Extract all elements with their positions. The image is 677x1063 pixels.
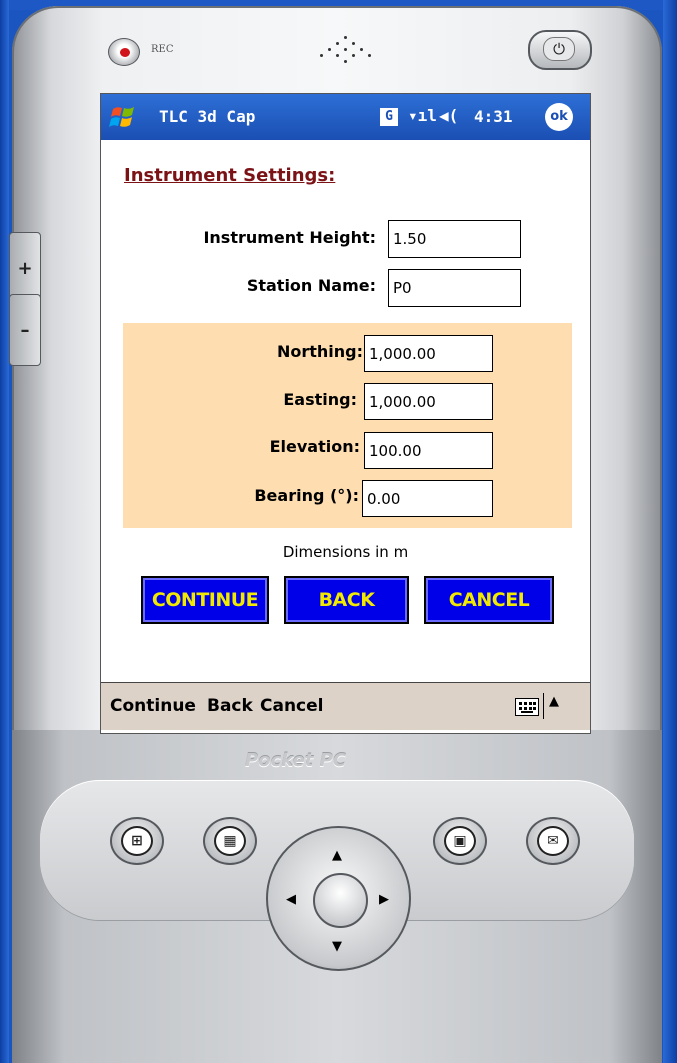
power-icon: ⏻ [543,37,575,61]
navigation-action-button[interactable] [313,873,368,928]
start-menu-windows-flag-icon[interactable] [109,103,137,131]
menu-cancel[interactable]: Cancel [260,696,323,716]
elevation-input[interactable] [364,432,493,469]
start-hardware-button[interactable]: ⊞ [110,817,164,865]
app-title: TLC 3d Cap [159,107,256,126]
northing-label: Northing: [276,342,363,361]
soft-key-menu-bar: Continue Back Cancel ▲ [101,682,590,730]
back-button[interactable]: BACK [284,576,409,624]
ok-button[interactable]: ok [545,103,573,131]
power-button[interactable]: ⏻ [528,30,592,70]
inbox-hardware-button[interactable]: ✉ [526,817,580,865]
page-title: Instrument Settings: [124,165,336,186]
nav-up-arrow-icon[interactable]: ▲ [332,848,342,863]
network-badge[interactable]: G [380,108,398,126]
side-minus-button[interactable]: – [9,294,41,366]
windows-logo-icon: ⊞ [121,826,153,856]
elevation-label: Elevation: [269,437,360,456]
bearing-input[interactable] [362,480,493,517]
clock-time[interactable]: 4:31 [474,107,513,126]
envelope-icon: ✉ [537,826,569,856]
menu-separator [543,693,544,719]
pocket-pc-logo: Pocket PC [245,750,347,771]
easting-input[interactable] [364,383,493,420]
station-name-input[interactable] [388,269,521,307]
title-bar: TLC 3d Cap G ▾ıl ◀( 4:31 ok [101,94,590,140]
device-screen: TLC 3d Cap G ▾ıl ◀( 4:31 ok Instrument S… [100,93,591,734]
menu-continue[interactable]: Continue [110,696,196,716]
instrument-height-label: Instrument Height: [203,228,376,247]
calendar-icon: ▦ [214,826,246,856]
contacts-icon: ▣ [444,826,476,856]
navigation-pad[interactable]: ▲ ▼ ◀ ▶ [266,826,411,971]
continue-button[interactable]: CONTINUE [141,576,269,624]
calendar-hardware-button[interactable]: ▦ [203,817,257,865]
keyboard-icon[interactable] [515,698,539,716]
station-name-label: Station Name: [246,276,376,295]
input-selector-arrow-icon[interactable]: ▲ [549,694,559,709]
speaker-grille-icon [306,32,386,68]
speaker-icon[interactable]: ◀( [439,106,458,125]
record-button[interactable] [108,38,140,66]
nav-down-arrow-icon[interactable]: ▼ [332,939,342,954]
nav-left-arrow-icon[interactable]: ◀ [286,892,296,907]
nav-right-arrow-icon[interactable]: ▶ [379,892,389,907]
easting-label: Easting: [283,390,357,409]
bearing-label: Bearing (°): [254,486,359,505]
contacts-hardware-button[interactable]: ▣ [433,817,487,865]
signal-bars-icon[interactable]: ▾ıl [408,106,437,125]
menu-back[interactable]: Back [207,696,253,716]
record-label: REC [151,44,174,55]
desktop-edge-right [663,0,677,1063]
northing-input[interactable] [364,335,493,372]
instrument-height-input[interactable] [388,220,521,258]
dimensions-note: Dimensions in m [282,543,409,561]
desktop-edge-left [0,0,9,1063]
record-icon [120,48,130,57]
cancel-button[interactable]: CANCEL [424,576,554,624]
